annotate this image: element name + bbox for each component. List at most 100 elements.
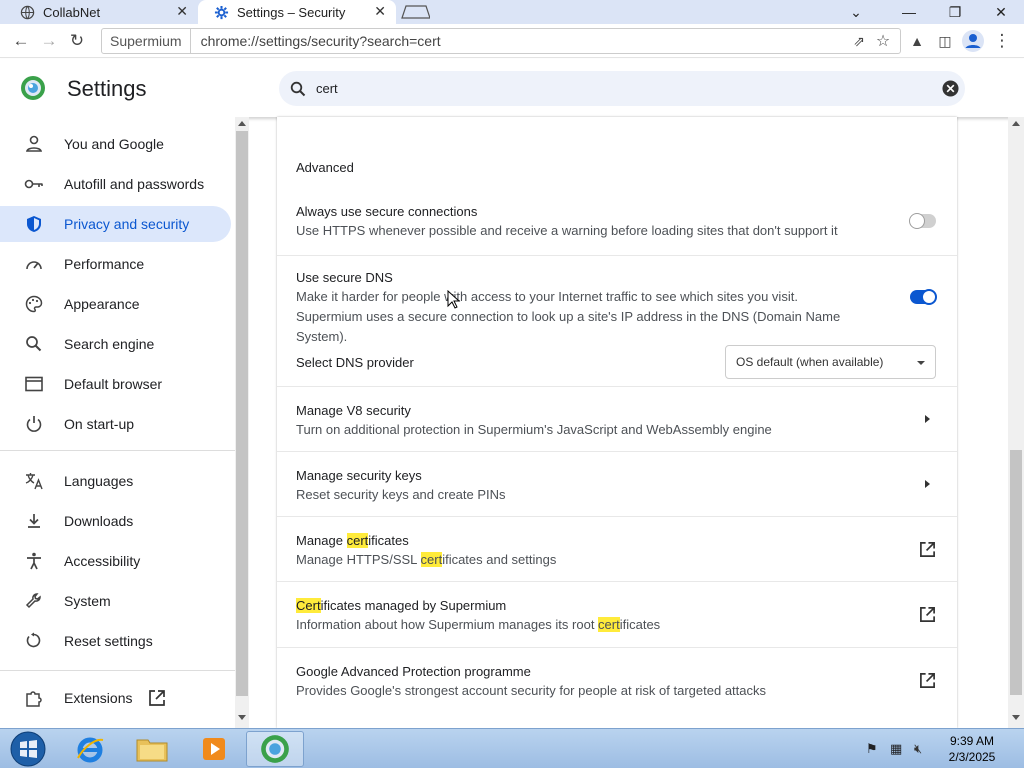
scrollbar-thumb[interactable]	[1010, 450, 1022, 695]
person-icon	[25, 135, 43, 152]
row-title: Always use secure connections	[296, 204, 478, 219]
tab-search-button[interactable]: ⌄	[833, 0, 879, 24]
main-scrollbar[interactable]	[1008, 117, 1024, 728]
scroll-up-icon[interactable]	[1012, 121, 1020, 126]
sidebar-item-accessibility[interactable]: Accessibility	[0, 543, 231, 579]
row-subtitle: Make it harder for people with access to…	[296, 289, 841, 344]
close-icon[interactable]: ✕	[176, 3, 188, 20]
taskbar-media-player[interactable]	[186, 731, 242, 767]
secure-dns-toggle[interactable]	[910, 289, 937, 305]
scroll-down-icon[interactable]	[1012, 715, 1020, 720]
sidebar-item-default-browser[interactable]: Default browser	[0, 366, 231, 402]
scrollbar-thumb[interactable]	[236, 131, 248, 696]
restore-icon: ❐	[948, 3, 962, 20]
supermium-logo-icon	[21, 76, 45, 100]
sidebar-item-autofill[interactable]: Autofill and passwords	[0, 166, 231, 202]
start-button[interactable]	[0, 731, 56, 767]
close-window-button[interactable]: ✕	[978, 0, 1024, 24]
close-icon[interactable]: ✕	[374, 3, 386, 20]
section-heading: Advanced	[296, 160, 354, 175]
search-highlight: cert	[346, 533, 369, 548]
search-highlight: cert	[598, 617, 620, 632]
security-settings-card: Advanced Always use secure connections U…	[277, 117, 957, 728]
forward-button[interactable]: →	[37, 29, 61, 53]
minimize-icon: —	[902, 4, 916, 20]
share-button[interactable]: ⇗	[847, 29, 871, 53]
minimize-button[interactable]: —	[886, 0, 932, 24]
restore-button[interactable]: ❐	[932, 0, 978, 24]
sidebar-item-you-and-google[interactable]: You and Google	[0, 126, 231, 162]
sidebar-item-on-start-up[interactable]: On start-up	[0, 406, 231, 442]
translate-icon	[25, 473, 43, 490]
browser-window-icon	[25, 376, 43, 392]
folder-icon	[136, 739, 168, 762]
advanced-protection-row[interactable]: Google Advanced Protection programme Pro…	[277, 647, 957, 712]
sidebar-item-label: Extensions	[64, 690, 133, 706]
menu-button[interactable]: ⋮	[990, 29, 1014, 53]
https-toggle[interactable]	[909, 213, 936, 229]
sidebar-item-extensions[interactable]: Extensions	[0, 680, 231, 716]
clear-search-icon[interactable]	[942, 80, 959, 97]
globe-icon	[20, 5, 35, 19]
row-title: Manage certificates	[296, 533, 409, 548]
tab-collabnet[interactable]: CollabNet ✕	[0, 0, 198, 24]
flag-icon[interactable]: ⚑	[866, 741, 878, 757]
row-title: Manage V8 security	[296, 403, 411, 418]
sidebar-item-appearance[interactable]: Appearance	[0, 286, 231, 322]
sidebar-item-performance[interactable]: Performance	[0, 246, 231, 282]
taskbar-clock[interactable]: 9:39 AM 2/3/2025	[940, 733, 1004, 765]
sidebar-item-label: Privacy and security	[64, 216, 190, 232]
sidebar-item-privacy-and-security[interactable]: Privacy and security	[0, 206, 231, 242]
managed-certificates-row[interactable]: Certificates managed by Supermium Inform…	[277, 581, 957, 647]
row-title: Google Advanced Protection programme	[296, 664, 531, 679]
reload-button[interactable]: ↻	[65, 29, 89, 53]
sidebar-item-system[interactable]: System	[0, 583, 231, 619]
power-icon	[26, 416, 42, 432]
taskbar-supermium[interactable]	[246, 731, 304, 767]
row-title: Certificates managed by Supermium	[296, 598, 506, 613]
dns-provider-select[interactable]: OS default (when available)	[725, 345, 936, 379]
settings-search[interactable]: cert	[279, 71, 965, 106]
bookmark-button[interactable]: ☆	[871, 29, 895, 53]
scroll-down-icon[interactable]	[238, 715, 246, 720]
extensions-button[interactable]: ▲	[905, 29, 929, 53]
external-link-icon	[920, 673, 935, 688]
search-icon	[26, 336, 42, 352]
sidebar-item-reset-settings[interactable]: Reset settings	[0, 623, 231, 659]
sidebar-item-languages[interactable]: Languages	[0, 463, 231, 499]
manage-certificates-row[interactable]: Manage certificates Manage HTTPS/SSL cer…	[277, 516, 957, 581]
external-link-icon	[149, 690, 165, 706]
v8-security-row[interactable]: Manage V8 security Turn on additional pr…	[277, 386, 957, 451]
dns-provider-label: Select DNS provider	[296, 355, 414, 370]
security-keys-row[interactable]: Manage security keys Reset security keys…	[277, 451, 957, 516]
reset-icon	[26, 632, 41, 648]
taskbar-explorer[interactable]	[124, 731, 180, 767]
new-tab-button[interactable]	[400, 4, 431, 20]
media-player-icon	[203, 738, 225, 760]
omnibox-url[interactable]: chrome://settings/security?search=cert	[191, 33, 441, 49]
close-icon: ✕	[995, 3, 1007, 20]
profile-button[interactable]	[961, 29, 985, 53]
row-subtitle: Information about how Supermium manages …	[296, 615, 856, 635]
tab-settings-security[interactable]: Settings – Security ✕	[198, 0, 396, 24]
subtitle-text: Information about how Supermium manages …	[296, 617, 599, 632]
address-bar[interactable]: Supermium chrome://settings/security?sea…	[101, 28, 901, 54]
new-tab-icon	[401, 5, 431, 19]
row-subtitle: Use HTTPS whenever possible and receive …	[296, 223, 838, 238]
network-icon[interactable]: ▦	[890, 741, 902, 757]
row-title: Manage security keys	[296, 468, 422, 483]
arrow-left-icon: ←	[12, 31, 30, 50]
sidebar-item-search-engine[interactable]: Search engine	[0, 326, 231, 362]
chevron-right-icon	[925, 480, 930, 488]
scroll-up-icon[interactable]	[238, 121, 246, 126]
subtitle-text: ificates and settings	[442, 552, 557, 567]
sidebar-item-downloads[interactable]: Downloads	[0, 503, 231, 539]
https-row[interactable]: Always use secure connections Use HTTPS …	[277, 193, 957, 255]
search-input[interactable]: cert	[316, 81, 338, 96]
side-panel-button[interactable]: ◫	[933, 29, 957, 53]
sidebar-scrollbar[interactable]	[235, 117, 249, 728]
back-button[interactable]: ←	[9, 29, 33, 53]
volume-muted-icon[interactable]: 🔇︎	[914, 741, 922, 757]
taskbar-ie[interactable]	[62, 731, 118, 767]
sidebar-item-label: Downloads	[64, 513, 134, 529]
